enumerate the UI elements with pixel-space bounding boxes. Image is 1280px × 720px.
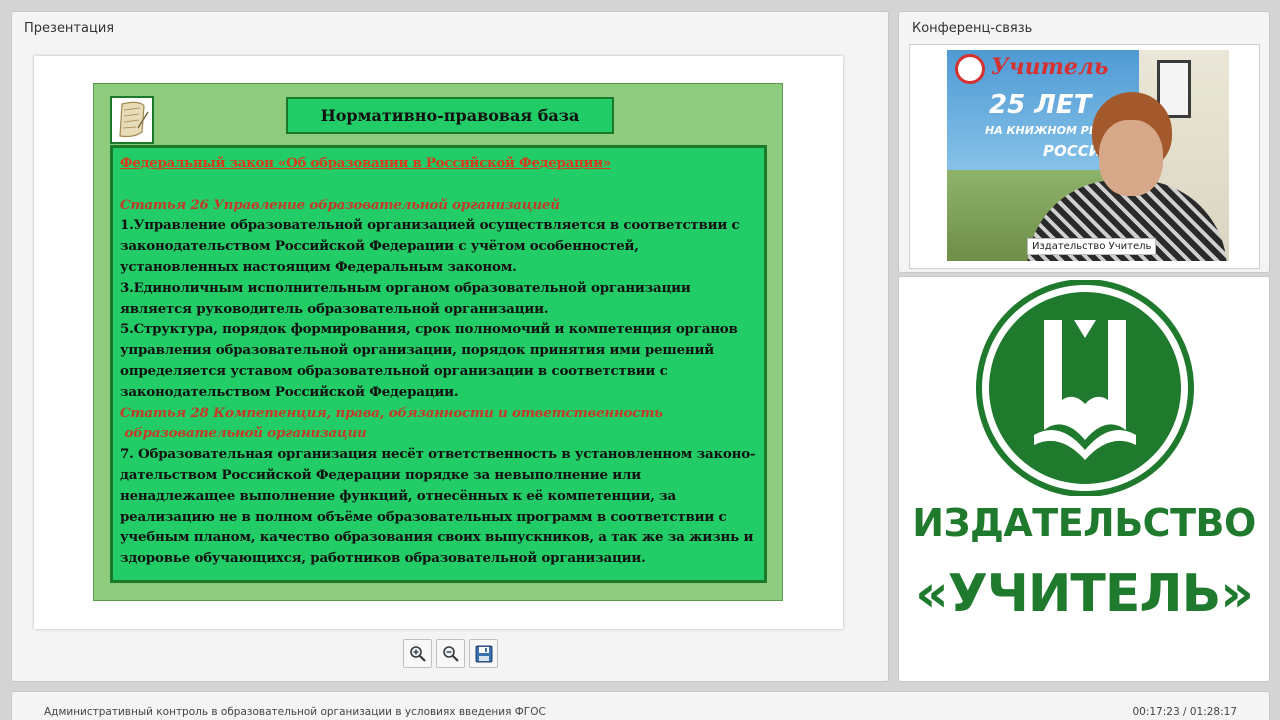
- floppy-disk-icon: [475, 645, 492, 662]
- conference-panel: Конференц-связь Учитель 25 ЛЕТ НА КНИЖНО…: [898, 11, 1270, 273]
- zoom-out-button[interactable]: [436, 639, 465, 668]
- item-3: 3.Единоличным исполнительным органом обр…: [120, 279, 691, 317]
- presentation-panel: Презентация Нормативно-правовая база Фед…: [11, 11, 889, 682]
- article-28-heading-line1: Статья 28 Компетенция, права, обязанност…: [120, 404, 663, 421]
- playback-timer: 00:17:23 / 01:28:17: [1132, 706, 1237, 718]
- item-1: 1.Управление образовательной организацие…: [120, 217, 740, 275]
- banner-word: Учитель: [991, 54, 1109, 80]
- article-26-heading: Статья 26 Управление образовательной орг…: [120, 196, 560, 213]
- slide-title: Нормативно-правовая база: [286, 97, 614, 134]
- law-heading: Федеральный закон «Об образовании в Росс…: [120, 155, 611, 171]
- footer-bar: Административный контроль в образователь…: [11, 691, 1270, 720]
- publisher-line2: «УЧИТЕЛЬ»: [915, 564, 1254, 624]
- article-28-heading-line2: образовательной организации: [120, 425, 367, 442]
- banner-years: 25 ЛЕТ: [989, 90, 1092, 120]
- save-button[interactable]: [469, 639, 498, 668]
- zoom-in-icon: [409, 645, 426, 662]
- presentation-panel-title: Презентация: [24, 21, 115, 36]
- scroll-icon: [110, 96, 154, 144]
- zoom-toolbar: [403, 639, 498, 668]
- slide-body: Федеральный закон «Об образовании в Росс…: [110, 145, 767, 583]
- slide: Нормативно-правовая база Федеральный зак…: [93, 83, 783, 601]
- slide-canvas: Нормативно-правовая база Федеральный зак…: [34, 56, 843, 629]
- conference-panel-title: Конференц-связь: [912, 21, 1033, 36]
- publisher-logo-icon: [976, 280, 1194, 496]
- zoom-in-button[interactable]: [403, 639, 432, 668]
- banner-logo-icon: [955, 54, 985, 84]
- video-frame: Учитель 25 ЛЕТ НА КНИЖНОМ РЫНК РОССИ Изд…: [909, 44, 1260, 269]
- course-title: Административный контроль в образователь…: [44, 706, 546, 718]
- item-7: 7. Образовательная организация несёт отв…: [120, 446, 756, 567]
- zoom-out-icon: [442, 645, 459, 662]
- publisher-line1: ИЗДАТЕЛЬСТВО: [912, 501, 1256, 545]
- publisher-logo-panel: ИЗДАТЕЛЬСТВО «УЧИТЕЛЬ»: [898, 276, 1270, 682]
- item-5: 5.Структура, порядок формирования, срок …: [120, 321, 738, 400]
- video-stream[interactable]: Учитель 25 ЛЕТ НА КНИЖНОМ РЫНК РОССИ Изд…: [947, 50, 1229, 261]
- speaker-face: [1099, 120, 1163, 196]
- video-caption: Издательство Учитель: [1027, 238, 1157, 255]
